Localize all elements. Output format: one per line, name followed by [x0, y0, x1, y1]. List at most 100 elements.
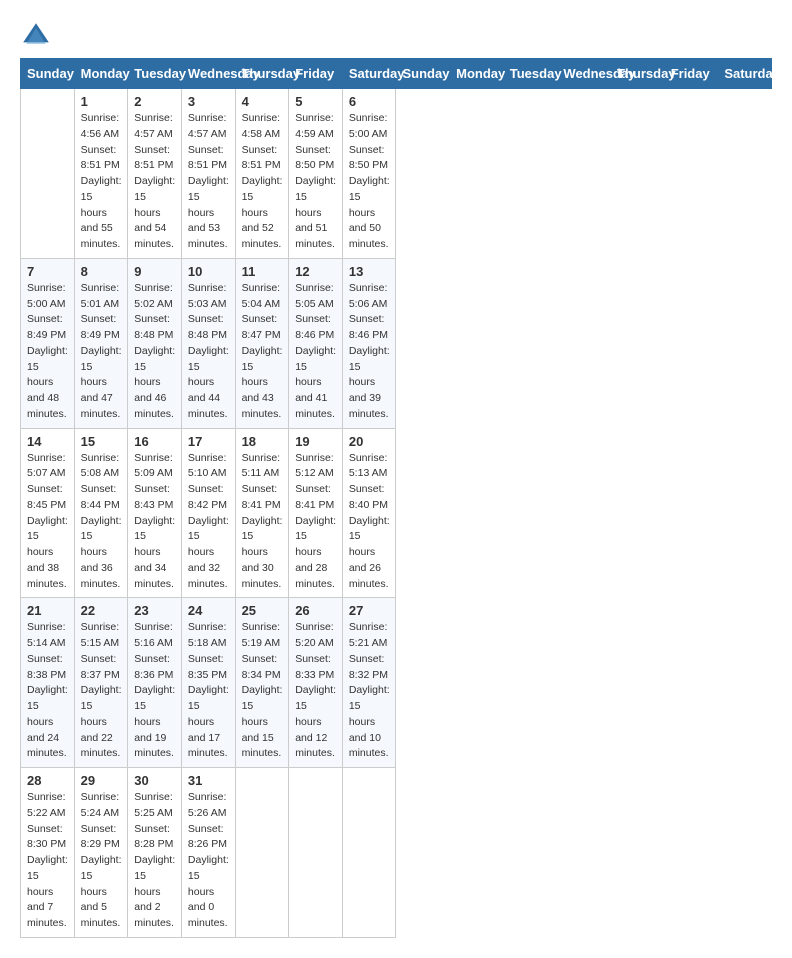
- day-info: Sunrise: 5:24 AMSunset: 8:29 PMDaylight:…: [81, 790, 122, 932]
- day-cell: 7 Sunrise: 5:00 AMSunset: 8:49 PMDayligh…: [21, 258, 75, 428]
- day-number: 4: [242, 94, 283, 109]
- day-info: Sunrise: 5:13 AMSunset: 8:40 PMDaylight:…: [349, 451, 390, 593]
- day-number: 7: [27, 264, 68, 279]
- day-info: Sunrise: 4:58 AMSunset: 8:51 PMDaylight:…: [242, 111, 283, 253]
- day-number: 1: [81, 94, 122, 109]
- day-cell: 3 Sunrise: 4:57 AMSunset: 8:51 PMDayligh…: [181, 89, 235, 259]
- day-number: 23: [134, 603, 175, 618]
- day-info: Sunrise: 5:18 AMSunset: 8:35 PMDaylight:…: [188, 620, 229, 762]
- day-cell: [342, 768, 396, 938]
- day-info: Sunrise: 4:57 AMSunset: 8:51 PMDaylight:…: [134, 111, 175, 253]
- day-cell: 10 Sunrise: 5:03 AMSunset: 8:48 PMDaylig…: [181, 258, 235, 428]
- day-number: 19: [295, 434, 336, 449]
- day-info: Sunrise: 5:08 AMSunset: 8:44 PMDaylight:…: [81, 451, 122, 593]
- day-cell: 4 Sunrise: 4:58 AMSunset: 8:51 PMDayligh…: [235, 89, 289, 259]
- day-cell: [289, 768, 343, 938]
- day-cell: 11 Sunrise: 5:04 AMSunset: 8:47 PMDaylig…: [235, 258, 289, 428]
- day-number: 16: [134, 434, 175, 449]
- day-info: Sunrise: 5:00 AMSunset: 8:50 PMDaylight:…: [349, 111, 390, 253]
- day-info: Sunrise: 5:04 AMSunset: 8:47 PMDaylight:…: [242, 281, 283, 423]
- day-number: 26: [295, 603, 336, 618]
- day-cell: 24 Sunrise: 5:18 AMSunset: 8:35 PMDaylig…: [181, 598, 235, 768]
- col-header-friday: Friday: [289, 59, 343, 89]
- col-header-tuesday: Tuesday: [503, 59, 557, 89]
- col-header-thursday: Thursday: [611, 59, 665, 89]
- day-number: 5: [295, 94, 336, 109]
- col-header-saturday: Saturday: [342, 59, 396, 89]
- day-cell: 12 Sunrise: 5:05 AMSunset: 8:46 PMDaylig…: [289, 258, 343, 428]
- day-info: Sunrise: 5:11 AMSunset: 8:41 PMDaylight:…: [242, 451, 283, 593]
- col-header-sunday: Sunday: [21, 59, 75, 89]
- day-info: Sunrise: 5:03 AMSunset: 8:48 PMDaylight:…: [188, 281, 229, 423]
- col-header-monday: Monday: [450, 59, 504, 89]
- day-cell: 2 Sunrise: 4:57 AMSunset: 8:51 PMDayligh…: [128, 89, 182, 259]
- day-info: Sunrise: 4:56 AMSunset: 8:51 PMDaylight:…: [81, 111, 122, 253]
- day-number: 28: [27, 773, 68, 788]
- col-header-tuesday: Tuesday: [128, 59, 182, 89]
- day-cell: 22 Sunrise: 5:15 AMSunset: 8:37 PMDaylig…: [74, 598, 128, 768]
- day-cell: 20 Sunrise: 5:13 AMSunset: 8:40 PMDaylig…: [342, 428, 396, 598]
- day-number: 25: [242, 603, 283, 618]
- col-header-wednesday: Wednesday: [181, 59, 235, 89]
- week-row-1: 1 Sunrise: 4:56 AMSunset: 8:51 PMDayligh…: [21, 89, 772, 259]
- day-cell: 19 Sunrise: 5:12 AMSunset: 8:41 PMDaylig…: [289, 428, 343, 598]
- day-info: Sunrise: 5:06 AMSunset: 8:46 PMDaylight:…: [349, 281, 390, 423]
- day-cell: [235, 768, 289, 938]
- day-number: 27: [349, 603, 390, 618]
- day-number: 14: [27, 434, 68, 449]
- day-cell: 25 Sunrise: 5:19 AMSunset: 8:34 PMDaylig…: [235, 598, 289, 768]
- day-number: 11: [242, 264, 283, 279]
- day-number: 9: [134, 264, 175, 279]
- day-number: 3: [188, 94, 229, 109]
- day-cell: [21, 89, 75, 259]
- day-number: 24: [188, 603, 229, 618]
- day-cell: 29 Sunrise: 5:24 AMSunset: 8:29 PMDaylig…: [74, 768, 128, 938]
- day-cell: 16 Sunrise: 5:09 AMSunset: 8:43 PMDaylig…: [128, 428, 182, 598]
- day-info: Sunrise: 5:22 AMSunset: 8:30 PMDaylight:…: [27, 790, 68, 932]
- day-cell: 31 Sunrise: 5:26 AMSunset: 8:26 PMDaylig…: [181, 768, 235, 938]
- day-number: 2: [134, 94, 175, 109]
- day-info: Sunrise: 5:19 AMSunset: 8:34 PMDaylight:…: [242, 620, 283, 762]
- day-number: 13: [349, 264, 390, 279]
- day-cell: 1 Sunrise: 4:56 AMSunset: 8:51 PMDayligh…: [74, 89, 128, 259]
- day-cell: 23 Sunrise: 5:16 AMSunset: 8:36 PMDaylig…: [128, 598, 182, 768]
- day-cell: 8 Sunrise: 5:01 AMSunset: 8:49 PMDayligh…: [74, 258, 128, 428]
- day-info: Sunrise: 5:00 AMSunset: 8:49 PMDaylight:…: [27, 281, 68, 423]
- day-cell: 9 Sunrise: 5:02 AMSunset: 8:48 PMDayligh…: [128, 258, 182, 428]
- day-number: 17: [188, 434, 229, 449]
- day-cell: 27 Sunrise: 5:21 AMSunset: 8:32 PMDaylig…: [342, 598, 396, 768]
- day-info: Sunrise: 5:02 AMSunset: 8:48 PMDaylight:…: [134, 281, 175, 423]
- day-info: Sunrise: 5:09 AMSunset: 8:43 PMDaylight:…: [134, 451, 175, 593]
- day-info: Sunrise: 5:14 AMSunset: 8:38 PMDaylight:…: [27, 620, 68, 762]
- day-info: Sunrise: 5:07 AMSunset: 8:45 PMDaylight:…: [27, 451, 68, 593]
- col-header-sunday: Sunday: [396, 59, 450, 89]
- day-cell: 17 Sunrise: 5:10 AMSunset: 8:42 PMDaylig…: [181, 428, 235, 598]
- day-number: 29: [81, 773, 122, 788]
- day-number: 12: [295, 264, 336, 279]
- page-header: [20, 20, 772, 52]
- day-number: 18: [242, 434, 283, 449]
- day-number: 8: [81, 264, 122, 279]
- day-info: Sunrise: 5:15 AMSunset: 8:37 PMDaylight:…: [81, 620, 122, 762]
- day-info: Sunrise: 5:10 AMSunset: 8:42 PMDaylight:…: [188, 451, 229, 593]
- day-number: 20: [349, 434, 390, 449]
- day-info: Sunrise: 5:26 AMSunset: 8:26 PMDaylight:…: [188, 790, 229, 932]
- day-number: 10: [188, 264, 229, 279]
- day-info: Sunrise: 5:01 AMSunset: 8:49 PMDaylight:…: [81, 281, 122, 423]
- day-cell: 5 Sunrise: 4:59 AMSunset: 8:50 PMDayligh…: [289, 89, 343, 259]
- day-number: 21: [27, 603, 68, 618]
- week-row-2: 7 Sunrise: 5:00 AMSunset: 8:49 PMDayligh…: [21, 258, 772, 428]
- day-number: 22: [81, 603, 122, 618]
- day-info: Sunrise: 5:25 AMSunset: 8:28 PMDaylight:…: [134, 790, 175, 932]
- day-cell: 21 Sunrise: 5:14 AMSunset: 8:38 PMDaylig…: [21, 598, 75, 768]
- day-info: Sunrise: 5:12 AMSunset: 8:41 PMDaylight:…: [295, 451, 336, 593]
- col-header-friday: Friday: [664, 59, 718, 89]
- col-header-wednesday: Wednesday: [557, 59, 611, 89]
- col-header-thursday: Thursday: [235, 59, 289, 89]
- day-number: 31: [188, 773, 229, 788]
- day-number: 6: [349, 94, 390, 109]
- day-info: Sunrise: 5:20 AMSunset: 8:33 PMDaylight:…: [295, 620, 336, 762]
- header-row: SundayMondayTuesdayWednesdayThursdayFrid…: [21, 59, 772, 89]
- week-row-3: 14 Sunrise: 5:07 AMSunset: 8:45 PMDaylig…: [21, 428, 772, 598]
- day-cell: 15 Sunrise: 5:08 AMSunset: 8:44 PMDaylig…: [74, 428, 128, 598]
